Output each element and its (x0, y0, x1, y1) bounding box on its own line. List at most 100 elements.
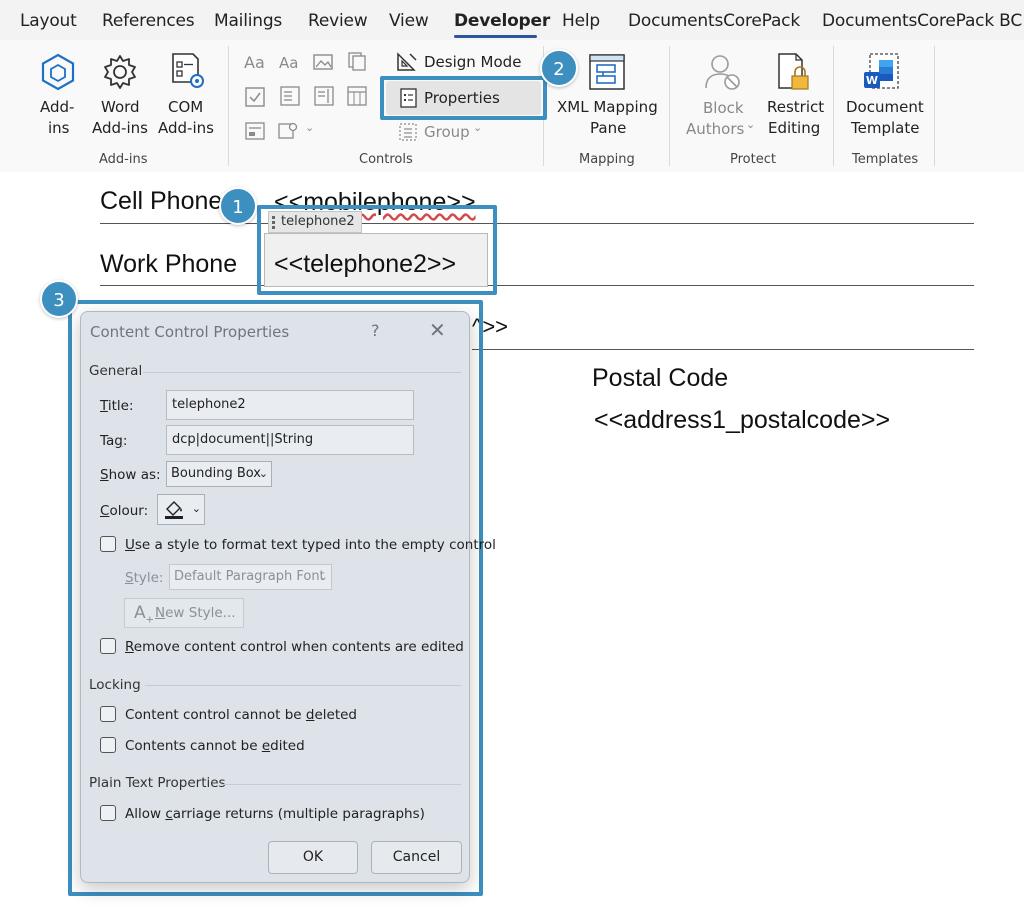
section-general: General (89, 363, 143, 379)
tab-review[interactable]: Review (308, 11, 368, 31)
cell-phone-label: Cell Phone (100, 187, 223, 215)
remove-content-control-checkbox[interactable] (100, 638, 116, 654)
tab-layout[interactable]: Layout (20, 11, 77, 31)
step-badge-3: 3 (40, 280, 78, 318)
combo-box-control-icon[interactable] (279, 86, 301, 106)
group-separator (934, 46, 935, 166)
xml-mapping-label-2: Pane (590, 119, 627, 137)
highlight-properties-button (380, 76, 547, 120)
allow-carriage-returns-label: Allow carriage returns (multiple paragra… (125, 806, 425, 822)
chevron-down-icon: ⌄ (746, 118, 756, 131)
section-divider (145, 685, 461, 686)
group-label-protect: Protect (730, 152, 776, 167)
block-authors-label-1: Block (703, 99, 744, 117)
restrict-editing-label-2: Editing (768, 119, 821, 137)
field-underline (472, 349, 974, 350)
legacy-tools-icon[interactable] (244, 121, 266, 141)
remove-content-control-label: Remove content control when contents are… (125, 639, 464, 655)
section-plain-text-properties: Plain Text Properties (89, 775, 226, 791)
xml-mapping-label-1: XML Mapping (557, 98, 658, 116)
tag-label: Tag: (100, 433, 128, 449)
colour-picker-button[interactable]: ⌄ (157, 494, 205, 525)
svg-text:W: W (866, 74, 878, 87)
chevron-down-icon: ⌄ (318, 570, 328, 583)
work-phone-label: Work Phone (100, 250, 238, 278)
lock-document-icon (778, 53, 809, 90)
repeating-section-control-icon[interactable] (277, 121, 299, 141)
postal-code-label: Postal Code (592, 364, 729, 392)
content-control-properties-dialog: Content Control Properties ? ✕ General T… (80, 311, 496, 883)
document-template-label-1: Document (846, 98, 924, 116)
tab-references[interactable]: References (102, 11, 195, 31)
style-label: Style: (125, 570, 164, 586)
new-style-button[interactable]: A+ New Style... (124, 598, 244, 628)
style-value: Default Paragraph Font (174, 569, 325, 584)
section-divider (221, 784, 461, 785)
ok-button[interactable]: OK (268, 841, 358, 874)
tab-documentscorepack-bc[interactable]: DocumentsCorePack BC (822, 11, 1022, 31)
highlight-content-control (257, 205, 497, 295)
group-separator (833, 46, 834, 166)
postal-code-field[interactable]: <<address1_postalcode>> (594, 406, 890, 435)
cannot-delete-label: Content control cannot be deleted (125, 707, 357, 723)
title-input[interactable]: telephone2 (166, 390, 414, 420)
block-authors-label-2: Authors (686, 120, 745, 138)
step-badge-1: 1 (219, 187, 257, 225)
rich-text-control-button[interactable]: Aa (244, 53, 265, 72)
chevron-down-icon: ⌄ (191, 502, 201, 515)
show-as-select[interactable]: Bounding Box ⌄ (166, 461, 272, 487)
cannot-edit-label: Contents cannot be edited (125, 738, 305, 754)
group-icon (399, 123, 417, 141)
document-template-label-2: Template (851, 119, 920, 137)
help-button[interactable]: ? (371, 321, 380, 340)
tab-view[interactable]: View (389, 11, 429, 31)
restrict-editing-label-1: Restrict (767, 98, 825, 116)
tab-help[interactable]: Help (562, 11, 600, 31)
addins-hexagon-icon (41, 53, 75, 91)
word-addins-label-1: Word (101, 98, 140, 116)
checkbox-control-icon[interactable] (244, 87, 266, 107)
paint-bucket-icon (165, 501, 183, 519)
chevron-down-icon[interactable]: ⌄ (305, 121, 314, 134)
dropdown-list-control-icon[interactable] (313, 86, 335, 106)
tab-documentscorepack[interactable]: DocumentsCorePack (628, 11, 800, 31)
word-document-template-icon: W (864, 53, 899, 89)
group-separator (669, 46, 670, 166)
dialog-title: Content Control Properties (90, 323, 290, 341)
step-badge-2: 2 (540, 49, 578, 87)
block-authors-icon (705, 55, 740, 90)
use-style-label: Use a style to format text typed into th… (125, 537, 496, 553)
group-separator (228, 46, 229, 166)
plain-text-control-button[interactable]: Aa (279, 54, 298, 72)
tab-developer[interactable]: Developer (454, 11, 550, 31)
picture-control-icon[interactable] (312, 52, 334, 72)
date-picker-control-icon[interactable] (346, 86, 368, 106)
allow-carriage-returns-checkbox[interactable] (100, 805, 116, 821)
design-mode-button[interactable]: Design Mode (424, 53, 521, 71)
com-addins-label-2: Add-ins (158, 119, 214, 137)
xml-mapping-icon (589, 54, 625, 90)
chevron-down-icon: ⌄ (258, 467, 268, 480)
word-addins-label-2: Add-ins (92, 119, 148, 137)
show-as-label: Show as: (100, 467, 161, 483)
show-as-value: Bounding Box (171, 466, 262, 481)
section-divider (143, 372, 461, 373)
design-mode-icon (397, 52, 417, 71)
cancel-button[interactable]: Cancel (371, 841, 462, 874)
group-button[interactable]: Group (424, 123, 470, 141)
close-button[interactable]: ✕ (429, 318, 446, 342)
colour-label: Colour: (100, 503, 149, 519)
addins-label-1: Add- (40, 98, 75, 116)
style-select[interactable]: Default Paragraph Font ⌄ (169, 564, 332, 590)
active-tab-indicator (454, 35, 537, 38)
tab-mailings[interactable]: Mailings (214, 11, 282, 31)
use-style-checkbox[interactable] (100, 536, 116, 552)
cannot-edit-checkbox[interactable] (100, 737, 116, 753)
building-block-control-icon[interactable] (346, 51, 368, 71)
cannot-delete-checkbox[interactable] (100, 706, 116, 722)
group-label-addins: Add-ins (99, 152, 148, 167)
tag-input[interactable]: dcp|document||String (166, 425, 414, 455)
com-addins-label-1: COM (168, 98, 204, 116)
group-label-controls: Controls (359, 152, 413, 167)
new-style-icon: A+ (134, 603, 155, 626)
